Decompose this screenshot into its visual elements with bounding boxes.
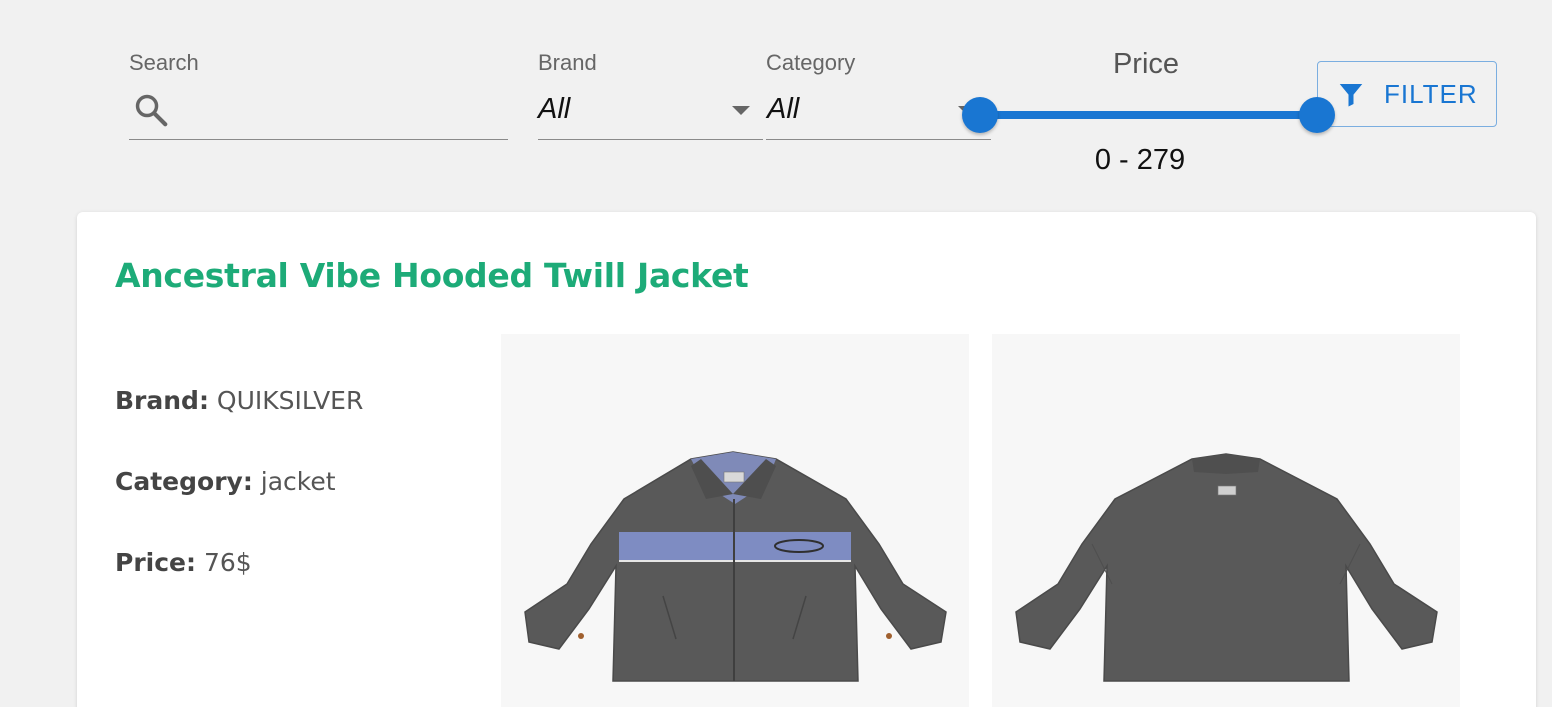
search-label: Search: [129, 50, 199, 75]
product-image-back[interactable]: [992, 334, 1460, 707]
filter-icon: [1339, 84, 1363, 107]
price-slider-track[interactable]: [980, 111, 1318, 119]
product-category-value: jacket: [260, 467, 336, 496]
product-brand-value: QUIKSILVER: [216, 386, 364, 415]
search-icon: [135, 94, 168, 127]
search-underline: [129, 139, 508, 140]
product-image-front[interactable]: [501, 334, 969, 707]
category-underline: [766, 139, 991, 140]
product-brand-label: Brand:: [115, 386, 209, 415]
brand-selected-value: All: [538, 93, 571, 125]
product-card: Ancestral Vibe Hooded Twill Jacket Brand…: [77, 212, 1536, 707]
chevron-down-icon: [732, 106, 750, 115]
price-label: Price: [1112, 48, 1180, 80]
product-category: Category: jacket: [115, 467, 336, 496]
product-category-label: Category:: [115, 467, 253, 496]
price-range-text: 0 - 279: [1094, 144, 1186, 176]
category-selected-value: All: [767, 93, 800, 125]
filter-button[interactable]: FILTER: [1317, 61, 1497, 127]
product-price-value: 76$: [203, 548, 252, 577]
jacket-back-image: [1015, 453, 1438, 682]
page: Search Brand All Category All Price 0 - …: [0, 0, 1552, 707]
product-price-label: Price:: [115, 548, 196, 577]
brand-label: Brand: [538, 50, 597, 75]
search-input[interactable]: [180, 90, 504, 132]
category-label: Category: [766, 50, 856, 75]
product-title[interactable]: Ancestral Vibe Hooded Twill Jacket: [115, 256, 749, 295]
product-brand: Brand: QUIKSILVER: [115, 386, 363, 415]
filter-button-label: FILTER: [1384, 78, 1478, 109]
jacket-front-image: [524, 451, 947, 682]
brand-underline: [538, 139, 763, 140]
price-slider-min-handle[interactable]: [962, 97, 998, 133]
product-price: Price: 76$: [115, 548, 252, 577]
